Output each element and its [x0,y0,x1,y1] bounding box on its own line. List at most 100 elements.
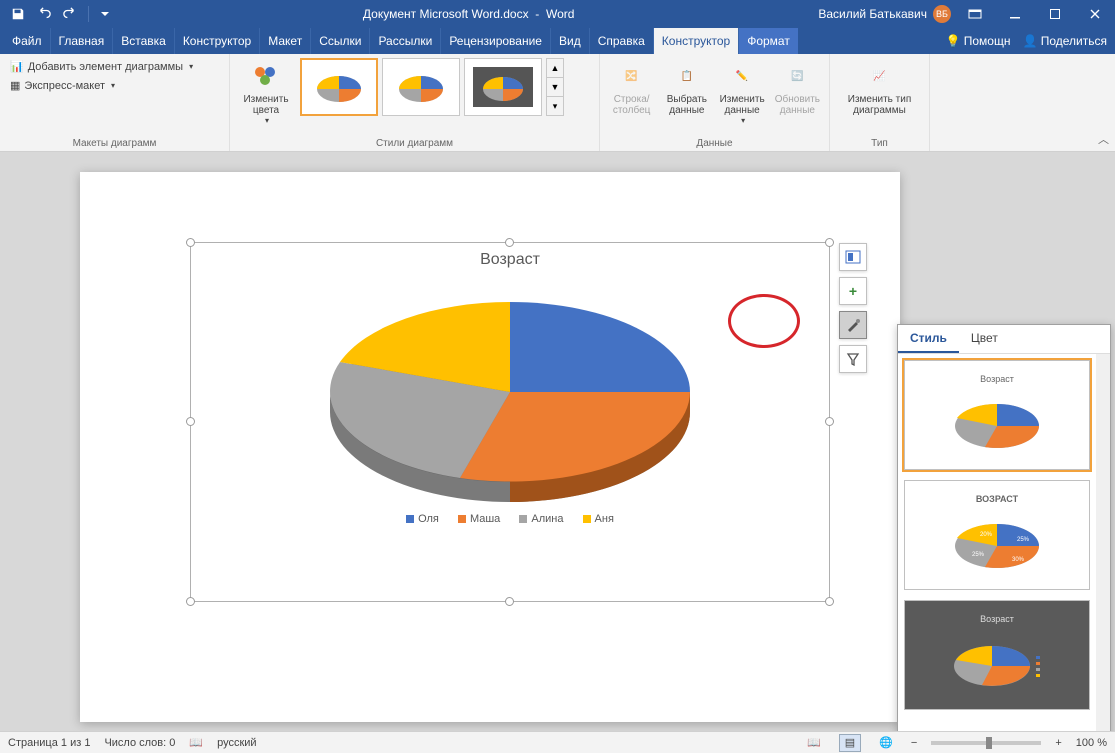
tab-help[interactable]: Справка [589,28,653,54]
chart-style-thumb-2[interactable] [382,58,460,116]
chart-legend[interactable]: Оля Маша Алина Аня [191,507,829,531]
refresh-data-button: 🔄 Обновить данные [772,58,823,118]
style-pane-thumb-3[interactable]: Возраст [904,600,1090,710]
add-chart-element-button[interactable]: 📊 Добавить элемент диаграммы▾ [6,58,197,75]
group-label-layouts: Макеты диаграмм [6,136,223,149]
zoom-out-button[interactable]: − [911,737,917,749]
style-gallery-more[interactable]: ▲▼▾ [546,58,564,116]
chart-style-gallery: ▲▼▾ [300,58,564,116]
resize-handle-w[interactable] [186,417,195,426]
window-title: Документ Microsoft Word.docx - Word [119,7,818,21]
refresh-icon: 🔄 [781,60,813,92]
ribbon-collapse-button[interactable]: ︿ [1098,131,1109,147]
chart-elements-button[interactable]: + [839,277,867,305]
view-read-button[interactable]: 📖 [803,734,825,752]
select-data-icon: 📋 [671,60,703,92]
chart-title[interactable]: Возраст [191,243,829,277]
chart-filters-button[interactable] [839,345,867,373]
quick-layout-button[interactable]: ▦ Экспресс-макет▾ [6,77,197,94]
share-button[interactable]: 👤 Поделиться [1022,34,1107,48]
tab-chart-design[interactable]: Конструктор [653,28,738,54]
resize-handle-n[interactable] [505,238,514,247]
group-label-styles: Стили диаграмм [236,136,593,149]
ribbon: 📊 Добавить элемент диаграммы▾ ▦ Экспресс… [0,54,1115,152]
svg-text:25%: 25% [972,552,985,558]
tab-review[interactable]: Рецензирование [440,28,550,54]
tab-file[interactable]: Файл [4,28,50,54]
close-button[interactable] [1075,0,1115,28]
chart-object[interactable]: Возраст Ол [190,242,830,602]
quick-layout-icon: ▦ [10,79,20,92]
style-pane-body[interactable]: Возраст ВОЗРАСТ 25%30%25%20% Возраст [898,354,1096,737]
resize-handle-ne[interactable] [825,238,834,247]
chart-float-buttons: + [839,243,867,373]
minimize-button[interactable] [995,0,1035,28]
resize-handle-se[interactable] [825,597,834,606]
change-chart-type-button[interactable]: 📈 Изменить тип диаграммы [836,58,923,118]
resize-handle-s[interactable] [505,597,514,606]
status-language[interactable]: русский [217,737,256,749]
save-button[interactable] [6,2,30,26]
user-name: Василий Батькавич [818,7,927,21]
chart-styles-button[interactable] [839,311,867,339]
edit-data-button[interactable]: ✏️ Изменить данные▾ [717,58,768,127]
svg-text:30%: 30% [1012,557,1025,563]
redo-button[interactable] [58,2,82,26]
chart-style-pane: Стиль Цвет Возраст ВОЗРАСТ 25%30%25%20% … [897,324,1111,738]
resize-handle-sw[interactable] [186,597,195,606]
tab-view[interactable]: Вид [550,28,589,54]
title-bar: Документ Microsoft Word.docx - Word Васи… [0,0,1115,28]
style-pane-scrollbar[interactable] [1096,354,1110,737]
legend-item-0[interactable]: Оля [406,513,439,525]
undo-button[interactable] [32,2,56,26]
switch-row-col-button: 🔀 Строка/ столбец [606,58,657,118]
status-proofing-icon[interactable]: 📖 [189,736,203,749]
tab-home[interactable]: Главная [50,28,113,54]
style-pane-tab-color[interactable]: Цвет [959,325,1010,353]
layout-options-button[interactable] [839,243,867,271]
zoom-level[interactable]: 100 % [1076,737,1107,749]
legend-item-1[interactable]: Маша [458,513,500,525]
chart-style-thumb-1[interactable] [300,58,378,116]
ribbon-tabs: Файл Главная Вставка Конструктор Макет С… [0,28,1115,54]
chart-plot-area[interactable] [300,277,720,507]
tell-me[interactable]: 💡 Помощн [945,34,1010,48]
user-initials: ВБ [933,5,951,23]
status-bar: Страница 1 из 1 Число слов: 0 📖 русский … [0,731,1115,753]
select-data-button[interactable]: 📋 Выбрать данные [661,58,712,118]
tab-mailings[interactable]: Рассылки [369,28,440,54]
edit-data-icon: ✏️ [726,60,758,92]
tab-design[interactable]: Конструктор [174,28,259,54]
change-colors-button[interactable]: Изменить цвета▾ [236,58,296,127]
chart-type-icon: 📈 [864,60,896,92]
style-pane-tab-style[interactable]: Стиль [898,325,959,353]
tab-chart-format[interactable]: Формат [738,28,798,54]
resize-handle-nw[interactable] [186,238,195,247]
tab-references[interactable]: Ссылки [310,28,369,54]
style-pane-thumb-2[interactable]: ВОЗРАСТ 25%30%25%20% [904,480,1090,590]
zoom-slider[interactable] [931,741,1041,745]
status-page[interactable]: Страница 1 из 1 [8,737,90,749]
add-element-icon: 📊 [10,60,24,73]
ribbon-options-button[interactable] [955,0,995,28]
change-colors-icon [250,60,282,92]
svg-text:20%: 20% [980,532,993,538]
resize-handle-e[interactable] [825,417,834,426]
page[interactable]: Возраст Ол [80,172,900,722]
view-print-button[interactable]: ▤ [839,734,861,752]
zoom-in-button[interactable]: + [1055,737,1061,749]
view-web-button[interactable]: 🌐 [875,734,897,752]
switch-row-col-icon: 🔀 [616,60,648,92]
chart-style-thumb-3[interactable] [464,58,542,116]
maximize-button[interactable] [1035,0,1075,28]
legend-item-3[interactable]: Аня [583,513,614,525]
group-label-type: Тип [836,136,923,149]
style-pane-thumb-1[interactable]: Возраст [904,360,1090,470]
legend-item-2[interactable]: Алина [519,513,563,525]
quick-access-toolbar [0,2,119,26]
user-area[interactable]: Василий Батькавич ВБ [818,5,955,23]
status-word-count[interactable]: Число слов: 0 [104,737,175,749]
tab-insert[interactable]: Вставка [112,28,174,54]
qat-customize-button[interactable] [93,2,117,26]
tab-layout[interactable]: Макет [259,28,310,54]
